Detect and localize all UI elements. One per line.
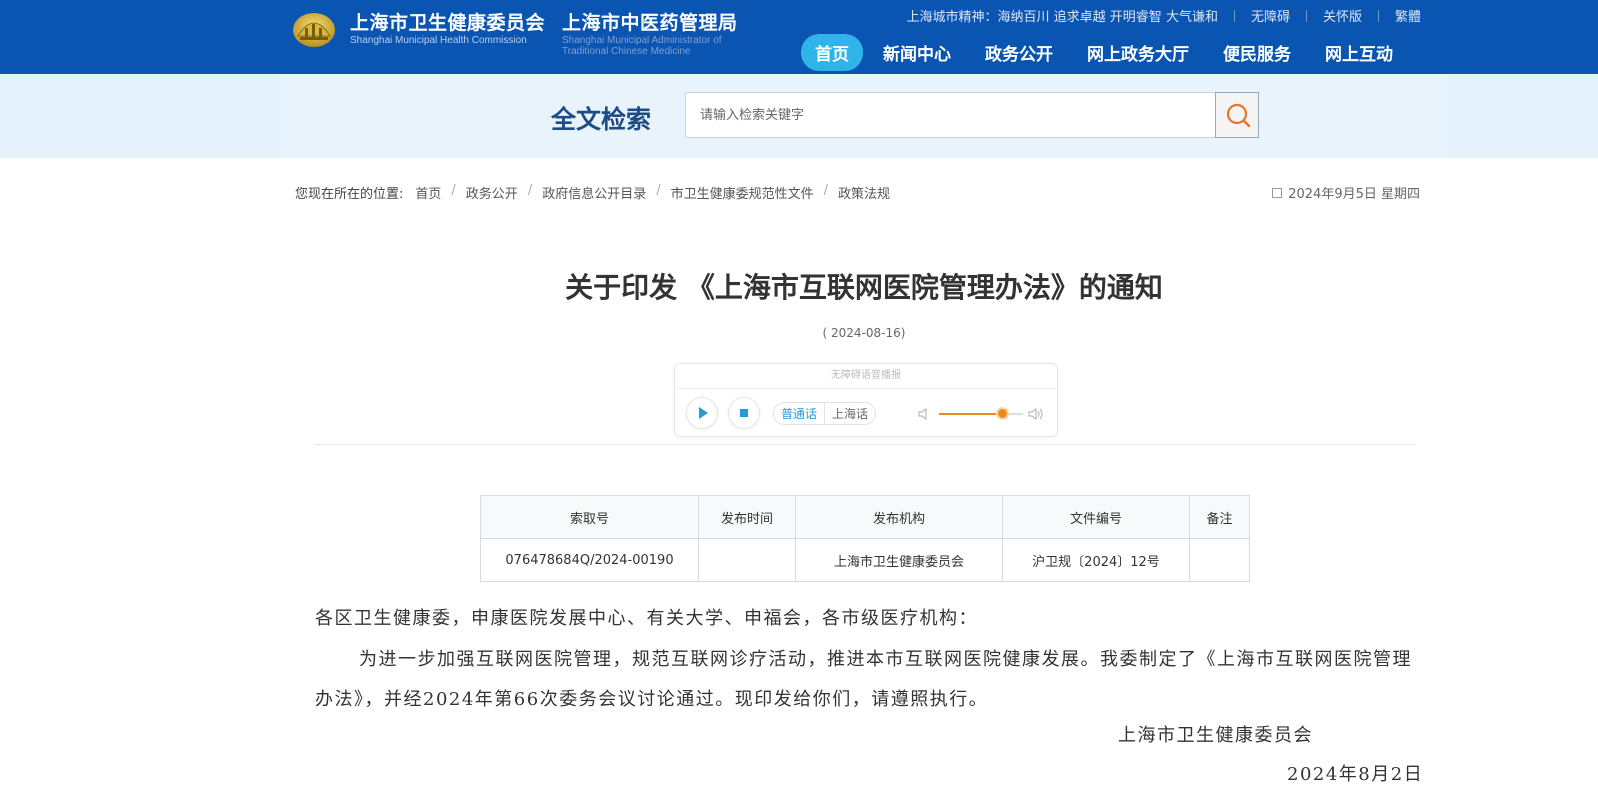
divider: [1377, 9, 1379, 22]
signature: 上海市卫生健康委员会: [1118, 725, 1313, 746]
table-header: 备注: [1189, 495, 1250, 539]
breadcrumb-separator: /: [527, 183, 533, 198]
table-cell: [698, 538, 796, 582]
care-version-link[interactable]: 关怀版: [1323, 6, 1362, 25]
breadcrumb-normative-docs[interactable]: 市卫生健康委规范性文件: [671, 183, 814, 202]
document-info-table: 索取号 发布时间 发布机构 文件编号 备注 076478684Q/2024-00…: [480, 495, 1250, 582]
traditional-chinese-link[interactable]: 繁體: [1395, 6, 1421, 25]
site-header: 上海市卫生健康委员会 Shanghai Municipal Health Com…: [0, 0, 1598, 74]
salutation: 各区卫生健康委，申康医院发展中心、有关大学、申福会，各市级医疗机构：: [315, 608, 978, 629]
breadcrumb-separator: /: [656, 183, 661, 198]
search-input[interactable]: [685, 92, 1216, 138]
org-name[interactable]: 上海市卫生健康委员会: [350, 8, 545, 35]
nav-news[interactable]: 新闻中心: [869, 34, 965, 71]
divider: [1305, 9, 1307, 22]
breadcrumb-policy[interactable]: 政策法规: [838, 183, 890, 202]
divider: [1233, 9, 1235, 22]
table-row: 076478684Q/2024-00190 上海市卫生健康委员会 沪卫规〔202…: [480, 538, 1250, 582]
table-cell: [1189, 538, 1250, 582]
table-cell: 076478684Q/2024-00190: [480, 538, 699, 582]
stop-button[interactable]: [729, 398, 759, 428]
breadcrumb-separator: /: [451, 183, 456, 198]
breadcrumb-separator: /: [823, 183, 829, 198]
volume-level: [939, 413, 1002, 415]
commission-logo-icon[interactable]: [292, 6, 336, 48]
table-header: 发布机构: [795, 495, 1003, 539]
nav-home[interactable]: 首页: [801, 34, 863, 71]
breadcrumb-home[interactable]: 首页: [415, 183, 441, 202]
play-button[interactable]: [687, 398, 717, 428]
volume-slider[interactable]: [939, 409, 1023, 418]
org2-name-en: Shanghai Municipal Administrator of Trad…: [562, 35, 722, 57]
breadcrumb-info-directory[interactable]: 政府信息公开目录: [542, 183, 646, 202]
org-name-en: Shanghai Municipal Health Commission: [350, 35, 527, 46]
org2-name[interactable]: 上海市中医药管理局: [562, 8, 738, 35]
play-icon: [699, 407, 708, 419]
article-divider: [314, 444, 1416, 445]
table-header: 索取号: [480, 495, 699, 539]
calendar-icon: [1272, 187, 1283, 198]
article-date: ( 2024-08-16): [822, 326, 906, 340]
top-links: 上海城市精神：海纳百川 追求卓越 开明睿智 大气谦和 无障碍 关怀版 繁體: [907, 6, 1421, 25]
breadcrumb: 您现在所在的位置: 首页 / 政务公开 / 政府信息公开目录 / 市卫生健康委规…: [295, 183, 890, 202]
current-date-text: 2024年9月5日 星期四: [1288, 187, 1420, 202]
breadcrumb-lead: 您现在所在的位置:: [295, 187, 404, 202]
stop-icon: [740, 409, 748, 417]
search-button[interactable]: [1215, 92, 1259, 138]
lang-mandarin[interactable]: 普通话: [774, 403, 826, 424]
table-header: 文件编号: [1002, 495, 1190, 539]
nav-gov-affairs[interactable]: 政务公开: [971, 34, 1067, 71]
current-date: 2024年9月5日 星期四: [1272, 183, 1420, 202]
search-icon: [1226, 103, 1251, 128]
table-cell: 上海市卫生健康委员会: [795, 538, 1003, 582]
player-label: 无障碍语音播报: [675, 364, 1057, 389]
audio-player: 无障碍语音播报 普通话 上海话: [674, 363, 1058, 437]
signature-date: 2024年8月2日: [1287, 764, 1424, 785]
nav-services[interactable]: 便民服务: [1209, 34, 1305, 71]
table-header-row: 索取号 发布时间 发布机构 文件编号 备注: [480, 495, 1250, 539]
city-spirit: 上海城市精神：海纳百川 追求卓越 开明睿智 大气谦和: [906, 10, 1218, 25]
nav-interaction[interactable]: 网上互动: [1311, 34, 1407, 71]
accessibility-link[interactable]: 无障碍: [1251, 6, 1290, 25]
lang-shanghainese[interactable]: 上海话: [825, 403, 875, 424]
table-header: 发布时间: [698, 495, 796, 539]
search-title: 全文检索: [551, 105, 652, 134]
breadcrumb-gov-affairs[interactable]: 政务公开: [466, 183, 518, 202]
main-nav: 首页 新闻中心 政务公开 网上政务大厅 便民服务 网上互动: [801, 34, 1413, 71]
volume-handle[interactable]: [998, 409, 1007, 418]
volume-low-icon[interactable]: [917, 406, 933, 422]
table-cell: 沪卫规〔2024〕12号: [1002, 538, 1190, 582]
volume-high-icon[interactable]: [1027, 406, 1045, 422]
nav-online-hall[interactable]: 网上政务大厅: [1073, 34, 1203, 71]
body-paragraph: 为进一步加强互联网医院管理，规范互联网诊疗活动，推进本市互联网医院健康发展。我委…: [315, 649, 1412, 710]
language-switch: 普通话 上海话: [773, 402, 877, 425]
article-title: 关于印发 《上海市互联网医院管理办法》的通知: [565, 271, 1163, 304]
